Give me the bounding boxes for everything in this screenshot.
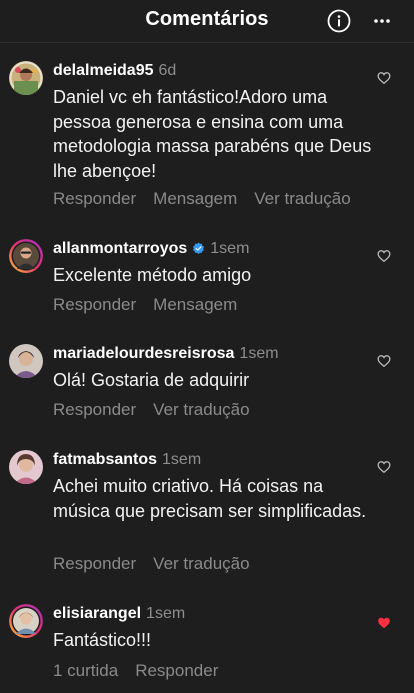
avatar[interactable] [9,344,43,378]
see-translation-button[interactable]: Ver tradução [153,400,249,419]
timestamp: 6d [158,62,177,79]
header-bar: Comentários [0,0,414,42]
comment-text: Fantástico!!! [53,630,152,650]
timestamp: 1sem [210,240,250,257]
see-translation-button[interactable]: Ver tradução [153,554,249,573]
comment-text: Olá! Gostaria de adquirir [53,370,250,390]
heart-icon[interactable] [377,354,391,368]
avatar[interactable] [9,61,43,95]
username[interactable]: elisiarangel [53,605,141,622]
comment-text: Daniel vc eh fantástico!Adoro uma pessoa… [53,87,372,181]
comment-text: Excelente método amigo [53,265,252,285]
comment-actions: 1 curtida Responder [53,660,235,682]
avatar[interactable] [9,604,43,638]
timestamp: 1sem [239,345,279,362]
likes-count[interactable]: 1 curtida [53,661,118,680]
timestamp: 1sem [162,451,202,468]
heart-icon[interactable] [377,460,391,474]
reply-button[interactable]: Responder [53,295,136,314]
comment-author-line: allanmontarroyos 1sem [53,239,249,261]
username[interactable]: fatmabsantos [53,451,157,468]
comment-actions: Responder Mensagem Ver tradução [53,188,368,210]
timestamp: 1sem [146,605,186,622]
header-divider [0,42,414,43]
avatar[interactable] [9,239,43,273]
username[interactable]: mariadelourdesreisrosa [53,345,234,362]
comment-author-line: mariadelourdesreisrosa 1sem [53,344,279,364]
more-horizontal-icon[interactable] [368,9,396,33]
username[interactable]: delalmeida95 [53,62,154,79]
comment-actions: Responder Ver tradução [53,553,267,575]
reply-button[interactable]: Responder [53,554,136,573]
reply-button[interactable]: Responder [53,189,136,208]
comment-actions: Responder Mensagem [53,294,254,316]
heart-icon[interactable] [377,249,391,263]
message-button[interactable]: Mensagem [153,189,237,208]
heart-icon[interactable] [377,71,391,85]
comment-text: Achei muito criativo. Há coisas na músic… [53,476,367,521]
comment-actions: Responder Ver tradução [53,399,267,421]
message-button[interactable]: Mensagem [153,295,237,314]
verified-badge-icon [192,241,205,261]
info-icon[interactable] [327,9,351,33]
see-translation-button[interactable]: Ver tradução [254,189,350,208]
comment-author-line: elisiarangel 1sem [53,604,185,624]
reply-button[interactable]: Responder [135,661,218,680]
heart-filled-icon[interactable] [377,616,391,630]
username[interactable]: allanmontarroyos [53,240,187,257]
page-title: Comentários [145,8,269,30]
avatar[interactable] [9,450,43,484]
reply-button[interactable]: Responder [53,400,136,419]
comment-author-line: delalmeida95 6d [53,61,176,81]
comment-author-line: fatmabsantos 1sem [53,450,201,470]
